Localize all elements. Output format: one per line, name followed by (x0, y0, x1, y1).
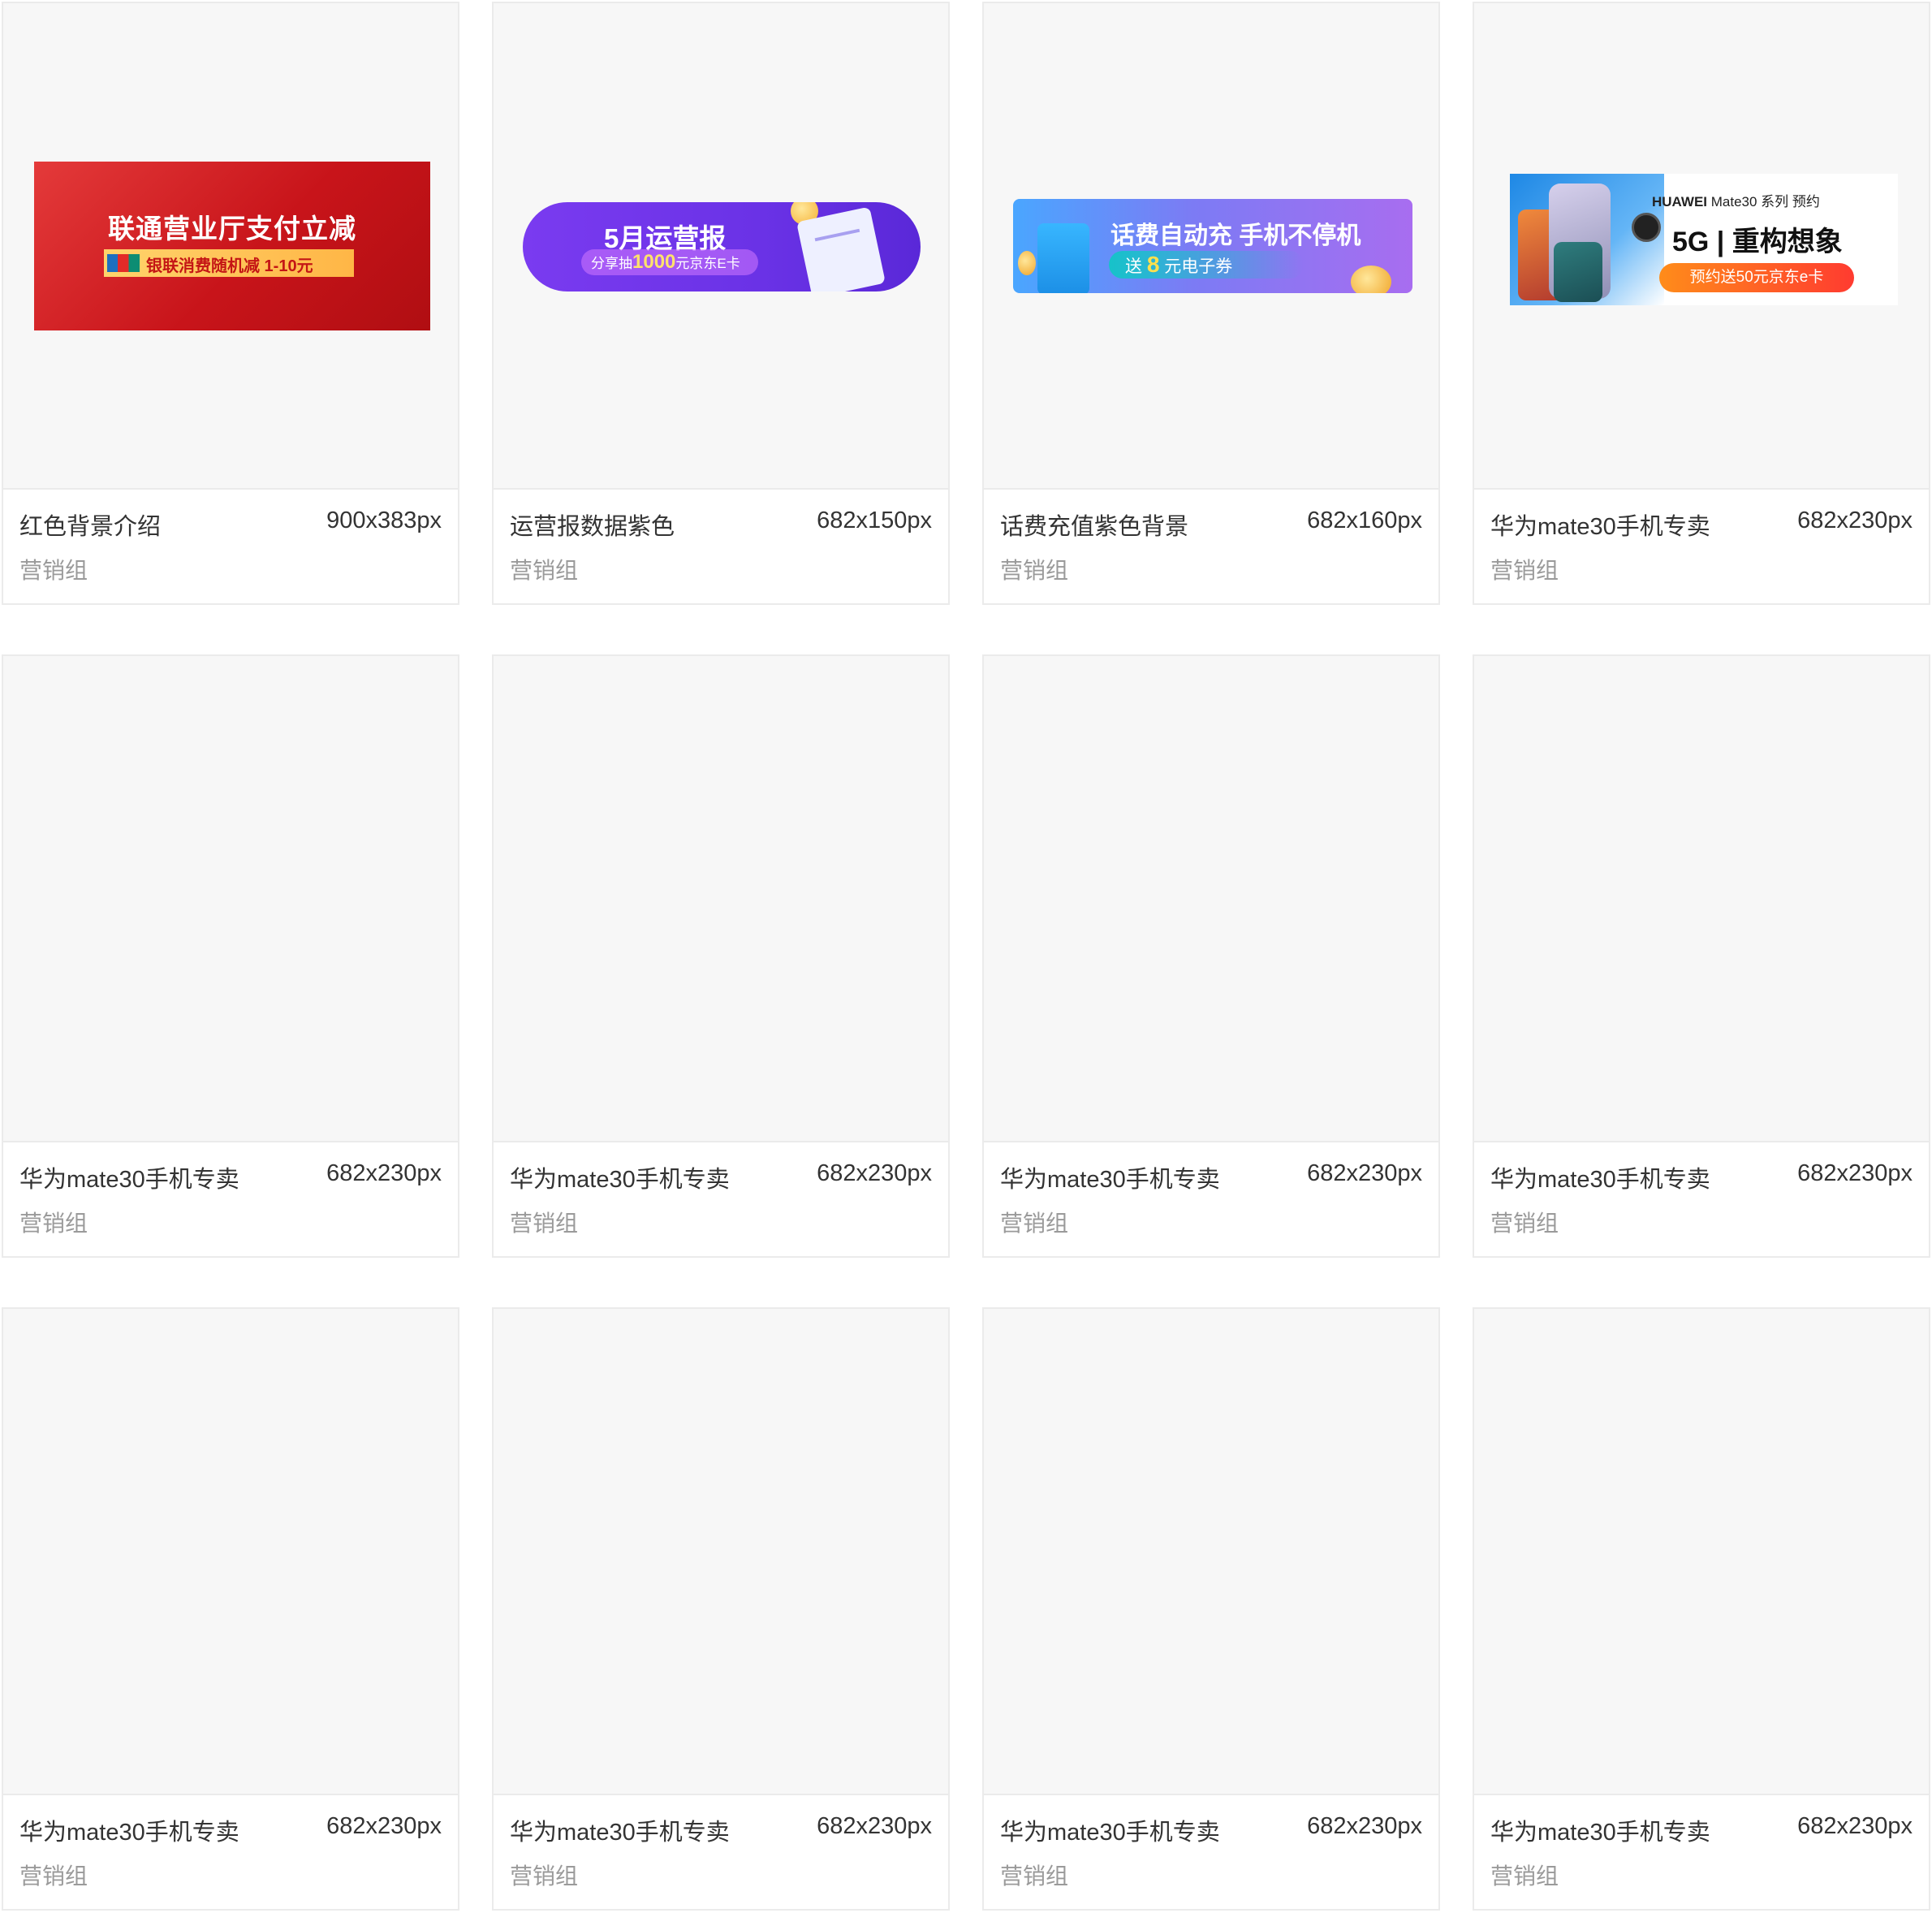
asset-thumbnail[interactable] (494, 1309, 948, 1795)
asset-card[interactable]: 华为mate30手机专卖 682x230px 营销组 (1473, 654, 1930, 1258)
banner-purple-report: 5月运营报 分享抽1000元京东E卡 (523, 202, 921, 291)
asset-info: 话费充值紫色背景 682x160px 营销组 (984, 490, 1438, 603)
asset-title: 华为mate30手机专卖 (1490, 514, 1710, 540)
asset-card[interactable]: 华为mate30手机专卖 682x230px 营销组 (982, 654, 1440, 1258)
asset-thumbnail[interactable]: 联通营业厅支付立减 银联消费随机减 1-10元 (3, 3, 458, 490)
asset-team: 营销组 (1490, 1863, 1559, 1889)
banner-huawei: HUAWEI Mate30 系列 预约 5G | 重构想象 预约送50元京东e卡 (1510, 174, 1898, 305)
asset-thumbnail[interactable]: HUAWEI Mate30 系列 预约 5G | 重构想象 预约送50元京东e卡 (1474, 3, 1929, 490)
asset-thumbnail[interactable] (3, 656, 458, 1142)
asset-team: 营销组 (1490, 558, 1559, 583)
asset-title: 红色背景介绍 (19, 514, 162, 540)
asset-card[interactable]: 华为mate30手机专卖 682x230px 营销组 (492, 654, 950, 1258)
banner-sub: 银联消费随机减 1-10元 (146, 257, 313, 275)
asset-card[interactable]: 5月运营报 分享抽1000元京东E卡 运营报数据紫色 682x150px 营销组 (492, 2, 950, 605)
asset-info: 华为mate30手机专卖 682x230px 营销组 (494, 1795, 948, 1909)
coin-icon (1018, 251, 1036, 275)
asset-size: 682x230px (1797, 1160, 1913, 1186)
asset-info: 运营报数据紫色 682x150px 营销组 (494, 490, 948, 603)
asset-size: 682x230px (1307, 1160, 1422, 1186)
asset-info: 华为mate30手机专卖 682x230px 营销组 (3, 1795, 458, 1909)
asset-title: 话费充值紫色背景 (1000, 514, 1189, 540)
asset-info: 红色背景介绍 900x383px 营销组 (3, 490, 458, 603)
asset-thumbnail[interactable]: 话费自动充 手机不停机 送 8 元电子券 (984, 3, 1438, 490)
asset-info: 华为mate30手机专卖 682x230px 营销组 (984, 1142, 1438, 1256)
asset-size: 682x230px (326, 1813, 442, 1839)
asset-size: 682x230px (1797, 507, 1913, 533)
asset-team: 营销组 (19, 558, 88, 583)
asset-thumbnail[interactable] (984, 656, 1438, 1142)
unionpay-logo-icon (107, 254, 140, 272)
asset-title: 华为mate30手机专卖 (1000, 1820, 1220, 1846)
asset-card[interactable]: 华为mate30手机专卖 682x230px 营销组 (2, 654, 459, 1258)
phone-icon (1037, 223, 1089, 293)
asset-team: 营销组 (1000, 1863, 1069, 1889)
asset-title: 华为mate30手机专卖 (1490, 1820, 1710, 1846)
asset-team: 营销组 (19, 1211, 88, 1236)
asset-size: 682x150px (817, 507, 932, 533)
banner-subbar: 银联消费随机减 1-10元 (104, 249, 354, 277)
asset-info: 华为mate30手机专卖 682x230px 营销组 (1474, 1142, 1929, 1256)
asset-card[interactable]: HUAWEI Mate30 系列 预约 5G | 重构想象 预约送50元京东e卡… (1473, 2, 1930, 605)
asset-thumbnail[interactable] (494, 656, 948, 1142)
asset-info: 华为mate30手机专卖 682x230px 营销组 (3, 1142, 458, 1256)
banner-headline: 5G | 重构想象 (1672, 227, 1843, 257)
asset-team: 营销组 (510, 1863, 579, 1889)
asset-info: 华为mate30手机专卖 682x230px 营销组 (1474, 1795, 1929, 1909)
banner-cta: 预约送50元京东e卡 (1659, 263, 1854, 292)
asset-card[interactable]: 华为mate30手机专卖 682x230px 营销组 (1473, 1307, 1930, 1911)
asset-title: 华为mate30手机专卖 (1490, 1167, 1710, 1193)
asset-team: 营销组 (510, 558, 579, 583)
asset-size: 682x230px (326, 1160, 442, 1186)
asset-info: 华为mate30手机专卖 682x230px 营销组 (984, 1795, 1438, 1909)
coin-icon (1351, 266, 1391, 293)
asset-team: 营销组 (1490, 1211, 1559, 1236)
banner-red-unicom: 联通营业厅支付立减 银联消费随机减 1-10元 (34, 162, 430, 330)
banner-recharge: 话费自动充 手机不停机 送 8 元电子券 (1013, 199, 1412, 293)
asset-card[interactable]: 华为mate30手机专卖 682x230px 营销组 (492, 1307, 950, 1911)
asset-title: 华为mate30手机专卖 (19, 1167, 239, 1193)
banner-headline: 联通营业厅支付立减 (108, 214, 356, 244)
receipt-icon (796, 206, 886, 291)
asset-team: 营销组 (1000, 1211, 1069, 1236)
asset-thumbnail[interactable] (1474, 1309, 1929, 1795)
asset-team: 营销组 (510, 1211, 579, 1236)
asset-info: 华为mate30手机专卖 682x230px 营销组 (494, 1142, 948, 1256)
asset-title: 华为mate30手机专卖 (510, 1820, 730, 1846)
asset-card[interactable]: 华为mate30手机专卖 682x230px 营销组 (2, 1307, 459, 1911)
asset-size: 682x230px (817, 1813, 932, 1839)
asset-thumbnail[interactable] (3, 1309, 458, 1795)
banner-brand-line: HUAWEI Mate30 系列 预约 (1652, 194, 1820, 209)
asset-title: 华为mate30手机专卖 (1000, 1167, 1220, 1193)
asset-team: 营销组 (19, 1863, 88, 1889)
asset-card[interactable]: 华为mate30手机专卖 682x230px 营销组 (982, 1307, 1440, 1911)
asset-size: 682x230px (817, 1160, 932, 1186)
asset-thumbnail[interactable] (1474, 656, 1929, 1142)
asset-info: 华为mate30手机专卖 682x230px 营销组 (1474, 490, 1929, 603)
asset-card[interactable]: 联通营业厅支付立减 银联消费随机减 1-10元 红色背景介绍 900x383px… (2, 2, 459, 605)
asset-title: 华为mate30手机专卖 (19, 1820, 239, 1846)
banner-sub: 送 8 元电子券 (1109, 251, 1304, 279)
phone-image (1554, 242, 1602, 302)
asset-size: 682x230px (1307, 1813, 1422, 1839)
asset-thumbnail[interactable]: 5月运营报 分享抽1000元京东E卡 (494, 3, 948, 490)
asset-title: 华为mate30手机专卖 (510, 1167, 730, 1193)
asset-team: 营销组 (1000, 558, 1069, 583)
banner-headline: 话费自动充 手机不停机 (1110, 222, 1361, 249)
asset-card[interactable]: 话费自动充 手机不停机 送 8 元电子券 话费充值紫色背景 682x160px … (982, 2, 1440, 605)
asset-size: 682x160px (1307, 507, 1422, 533)
asset-title: 运营报数据紫色 (510, 514, 675, 540)
asset-size: 900x383px (326, 507, 442, 533)
banner-sub: 分享抽1000元京东E卡 (581, 249, 758, 275)
asset-thumbnail[interactable] (984, 1309, 1438, 1795)
asset-size: 682x230px (1797, 1813, 1913, 1839)
